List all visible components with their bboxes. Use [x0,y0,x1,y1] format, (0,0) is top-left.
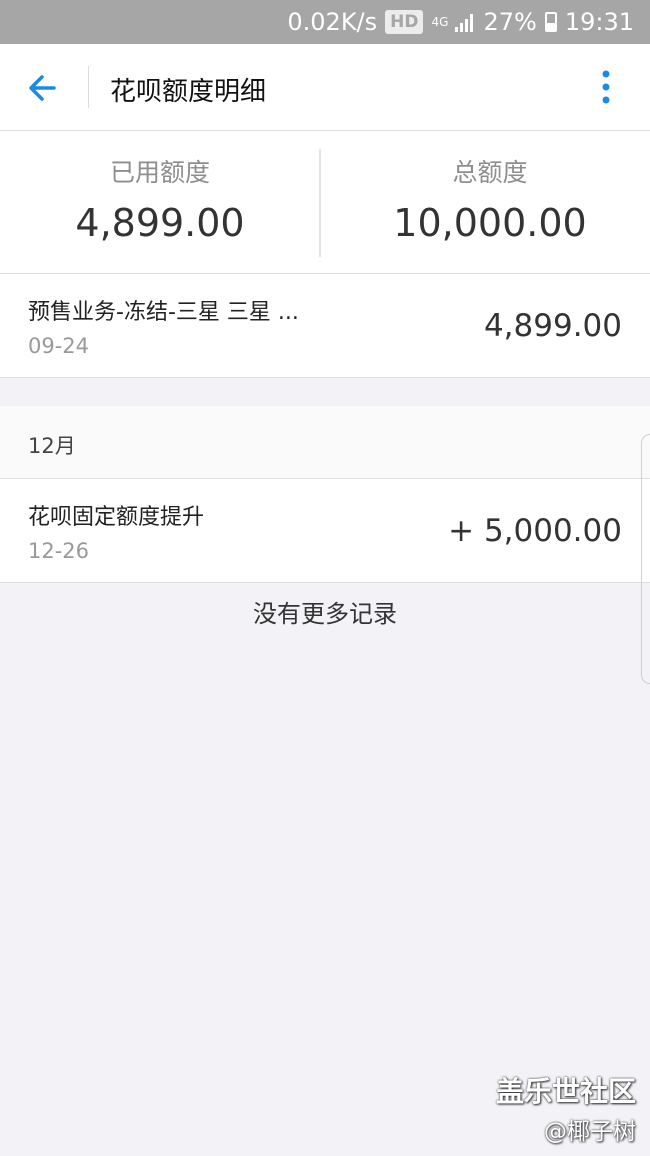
summary-divider [319,149,321,257]
watermark-author: @椰子树 [544,1119,636,1145]
more-button[interactable] [590,68,622,108]
clock: 19:31 [564,8,634,36]
back-button[interactable] [24,68,64,108]
record-amount: + 5,000.00 [448,513,622,549]
network-type: 4G [431,15,449,29]
used-limit: 已用额度 4,899.00 [0,131,320,273]
arrow-left-icon [29,75,56,101]
battery-percent: 27% [483,8,537,36]
app-bar: 花呗额度明细 [0,44,650,131]
battery-icon [544,12,557,32]
watermark-community: 盖乐世社区 [495,1075,636,1108]
record-date: 12-26 [28,539,90,563]
total-limit-value: 10,000.00 [393,201,587,245]
record-title: 预售业务-冻结-三星 三星 ... [28,300,299,325]
record-amount: 4,899.00 [483,308,622,344]
record-row[interactable]: 预售业务-冻结-三星 三星 ... 09-24 4,899.00 [0,274,650,378]
status-bar: 0.02K/s HD 4G 27% 19:31 [0,0,650,44]
month-label: 12月 [28,434,76,458]
total-limit: 总额度 10,000.00 [330,131,650,273]
hd-badge: HD [385,10,424,34]
limit-summary: 已用额度 4,899.00 总额度 10,000.00 [0,131,650,274]
no-more-records: 没有更多记录 [253,600,397,628]
edge-panel-handle[interactable] [641,434,650,684]
month-header: 12月 [0,406,650,479]
used-limit-label: 已用额度 [109,158,210,187]
record-row[interactable]: 花呗固定额度提升 12-26 + 5,000.00 [0,479,650,583]
used-limit-value: 4,899.00 [75,201,245,245]
signal-icon [455,12,475,32]
total-limit-label: 总额度 [452,158,528,187]
more-vert-icon [602,70,610,104]
network-speed: 0.02K/s [287,8,378,36]
page-title: 花呗额度明细 [110,77,267,107]
record-title: 花呗固定额度提升 [28,505,205,530]
appbar-divider [88,66,89,108]
record-date: 09-24 [28,334,90,358]
